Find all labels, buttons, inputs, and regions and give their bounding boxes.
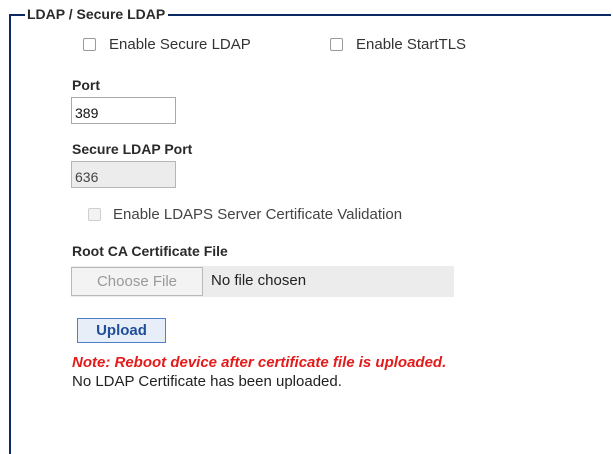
port-label: Port	[72, 77, 100, 93]
enable-starttls-label[interactable]: Enable StartTLS	[356, 36, 466, 54]
enable-starttls-checkbox[interactable]	[330, 38, 343, 51]
enable-secure-ldap-label[interactable]: Enable Secure LDAP	[109, 36, 251, 54]
upload-button[interactable]: Upload	[77, 318, 166, 343]
ldaps-cert-validation-checkbox[interactable]	[88, 208, 101, 221]
reboot-note: Note: Reboot device after certificate fi…	[72, 354, 447, 371]
fieldset-legend: LDAP / Secure LDAP	[25, 6, 169, 22]
ldaps-cert-validation-label[interactable]: Enable LDAPS Server Certificate Validati…	[113, 206, 402, 224]
choose-file-button[interactable]: Choose File	[71, 267, 203, 296]
root-ca-label: Root CA Certificate File	[72, 243, 228, 259]
enable-secure-ldap-checkbox[interactable]	[83, 38, 96, 51]
secure-ldap-port-label: Secure LDAP Port	[72, 141, 193, 157]
port-input[interactable]	[71, 97, 176, 124]
no-file-chosen-text: No file chosen	[211, 272, 307, 289]
certificate-status-text: No LDAP Certificate has been uploaded.	[72, 373, 342, 390]
secure-ldap-port-input[interactable]	[71, 161, 176, 188]
